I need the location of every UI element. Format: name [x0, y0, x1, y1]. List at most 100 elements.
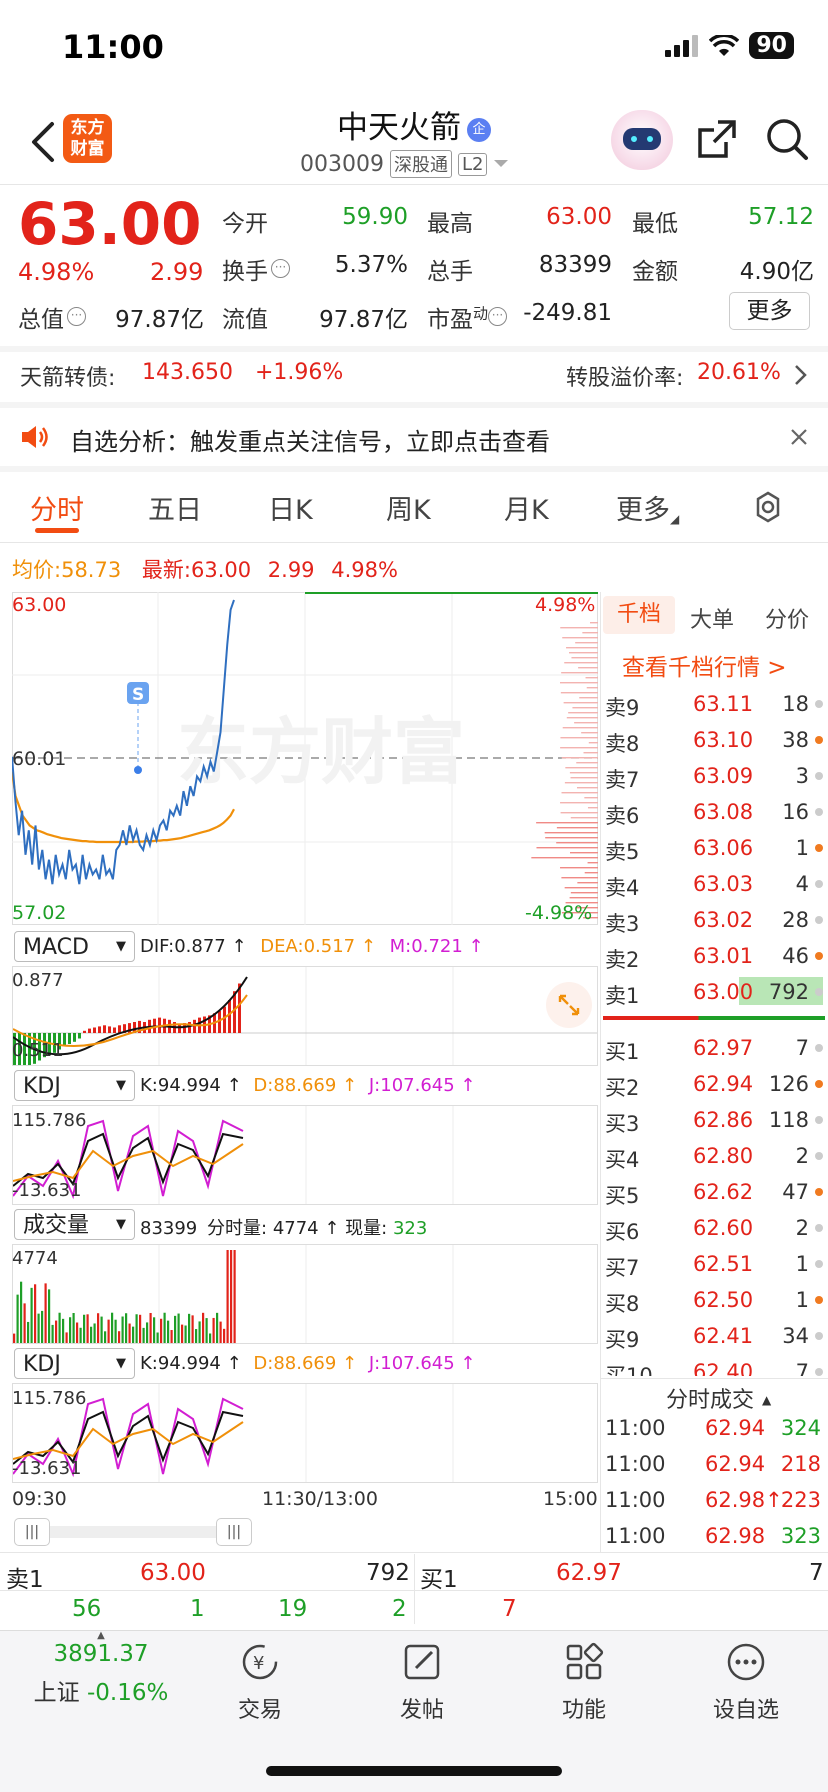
- chevron-right-icon[interactable]: [794, 364, 808, 386]
- kdj-selector[interactable]: KDJ ▼: [14, 1070, 135, 1101]
- depth-bar: [560, 747, 598, 749]
- bid-row[interactable]: 买7 62.51 1: [603, 1246, 825, 1282]
- volume-bar: [104, 1331, 107, 1343]
- bottom-ask-label: 卖1: [6, 1567, 44, 1593]
- depth-bar: [590, 622, 598, 624]
- more-button[interactable]: 更多: [729, 292, 810, 330]
- macd-bar: [98, 1026, 101, 1033]
- ask-level: 卖9: [605, 696, 640, 720]
- volume-bar: [135, 1314, 138, 1343]
- tab-level-depth[interactable]: 千档: [603, 596, 675, 634]
- bid-price: 62.80: [693, 1144, 754, 1168]
- depth-bar: [576, 787, 598, 789]
- macd-selector[interactable]: MACD ▼: [14, 931, 135, 962]
- tab-intraday[interactable]: 分时: [30, 488, 84, 527]
- volume-chart[interactable]: [12, 1244, 598, 1344]
- macd-bar: [68, 1033, 71, 1044]
- open-value: 59.90: [342, 204, 408, 230]
- bid-row[interactable]: 买3 62.86 118: [603, 1102, 825, 1138]
- volume-bar: [177, 1313, 180, 1343]
- ask-row[interactable]: 卖8 63.10 38: [603, 722, 825, 758]
- volume-selector[interactable]: 成交量 ▼: [14, 1209, 135, 1240]
- expand-button[interactable]: [546, 982, 592, 1028]
- pe-label[interactable]: 市盈动 ···: [427, 300, 508, 334]
- tab-big-orders[interactable]: 大单: [690, 602, 734, 634]
- search-icon[interactable]: [765, 117, 809, 161]
- ask-row[interactable]: 卖3 63.02 28: [603, 902, 825, 938]
- stock-code-row[interactable]: 003009 深股通 L2: [300, 150, 509, 178]
- intraday-chart[interactable]: 东方财富 S: [12, 592, 598, 925]
- kdj2-chart[interactable]: [12, 1383, 598, 1483]
- depth-bar: [581, 732, 598, 734]
- bid-level: 买5: [605, 1184, 640, 1208]
- ask-row[interactable]: 卖6 63.08 16: [603, 794, 825, 830]
- bid-row[interactable]: 买10 62.40 7: [603, 1354, 825, 1376]
- share-icon[interactable]: [696, 118, 738, 160]
- close-icon[interactable]: [790, 428, 808, 446]
- bid-volume: 1: [795, 1252, 809, 1276]
- ask-price: 63.06: [693, 836, 754, 860]
- float-value: 97.87亿: [319, 307, 408, 333]
- bid-row[interactable]: 买5 62.62 47: [603, 1174, 825, 1210]
- bid-level: 买7: [605, 1256, 640, 1280]
- turnover-label[interactable]: 换手 ···: [222, 252, 290, 286]
- bid-price: 62.60: [693, 1216, 754, 1240]
- nav-post[interactable]: 发帖: [362, 1640, 482, 1724]
- tab-monthly-k[interactable]: 月K: [504, 488, 549, 527]
- ask-row[interactable]: 卖5 63.06 1: [603, 830, 825, 866]
- range-handle-right[interactable]: |||: [216, 1518, 252, 1546]
- robot-assistant-icon[interactable]: [611, 110, 673, 170]
- volume-bar: [118, 1331, 121, 1343]
- tab-weekly-k[interactable]: 周K: [386, 488, 431, 527]
- index-ticker[interactable]: ▲ 3891.37 上证 -0.16%: [26, 1630, 176, 1707]
- ask-row[interactable]: 卖9 63.11 18: [603, 686, 825, 722]
- ticks-title[interactable]: 分时成交 ▲: [666, 1382, 771, 1414]
- bid-row[interactable]: 买9 62.41 34: [603, 1318, 825, 1354]
- ask-volume: 38: [782, 728, 809, 752]
- bid-row[interactable]: 买1 62.97 7: [603, 1030, 825, 1066]
- bid-row[interactable]: 买6 62.60 2: [603, 1210, 825, 1246]
- volume-bar: [184, 1325, 187, 1343]
- kdj2-selector[interactable]: KDJ ▼: [14, 1348, 135, 1379]
- ask-row[interactable]: 卖4 63.03 4: [603, 866, 825, 902]
- kdj-chart[interactable]: [12, 1105, 598, 1205]
- range-handle-left[interactable]: |||: [14, 1518, 50, 1546]
- bond-label[interactable]: 天箭转债:: [20, 360, 115, 392]
- macd-bar: [108, 1026, 111, 1033]
- ask-row[interactable]: 卖1 63.00 792: [603, 974, 825, 1010]
- mktcap-label[interactable]: 总值 ···: [18, 300, 86, 334]
- depth-bar: [577, 882, 598, 884]
- bid-row[interactable]: 买2 62.94 126: [603, 1066, 825, 1102]
- settings-gear-icon[interactable]: [751, 490, 785, 524]
- tab-more[interactable]: 更多◢: [616, 488, 679, 527]
- depth-link[interactable]: 查看千档行情 >: [622, 648, 787, 682]
- kdj-values: K:94.994 ↑ D:88.669 ↑ J:107.645 ↑: [140, 1075, 476, 1096]
- volume-bar: [83, 1314, 86, 1343]
- ask-price: 63.01: [693, 944, 754, 968]
- tab-five-day[interactable]: 五日: [148, 488, 202, 527]
- depth-bar: [566, 647, 598, 649]
- depth-bar: [569, 652, 598, 654]
- notice-text[interactable]: 自选分析：触发重点关注信号，立即点击查看: [70, 422, 550, 457]
- tab-daily-k[interactable]: 日K: [268, 488, 313, 527]
- bid-level: 买4: [605, 1148, 640, 1172]
- volume-bar: [146, 1322, 149, 1343]
- depth-bar: [575, 642, 598, 644]
- nav-trade[interactable]: ¥ 交易: [200, 1640, 320, 1724]
- ask-row[interactable]: 卖2 63.01 46: [603, 938, 825, 974]
- macd-y-top: 0.877: [12, 970, 64, 991]
- bid-level: 买1: [605, 1040, 640, 1064]
- macd-chart[interactable]: [12, 966, 598, 1066]
- bid-row[interactable]: 买4 62.80 2: [603, 1138, 825, 1174]
- ask-volume: 4: [795, 872, 809, 896]
- ask-volume: 16: [782, 800, 809, 824]
- nav-functions[interactable]: 功能: [524, 1640, 644, 1724]
- nav-add-watchlist[interactable]: 设自选: [686, 1640, 806, 1724]
- bid-row[interactable]: 买8 62.50 1: [603, 1282, 825, 1318]
- bid-dot: [815, 1368, 823, 1376]
- bid-dot: [815, 1152, 823, 1160]
- bid-dot: [815, 1044, 823, 1052]
- volume-bar: [163, 1312, 166, 1343]
- tab-price-dist[interactable]: 分价: [765, 602, 809, 634]
- ask-row[interactable]: 卖7 63.09 3: [603, 758, 825, 794]
